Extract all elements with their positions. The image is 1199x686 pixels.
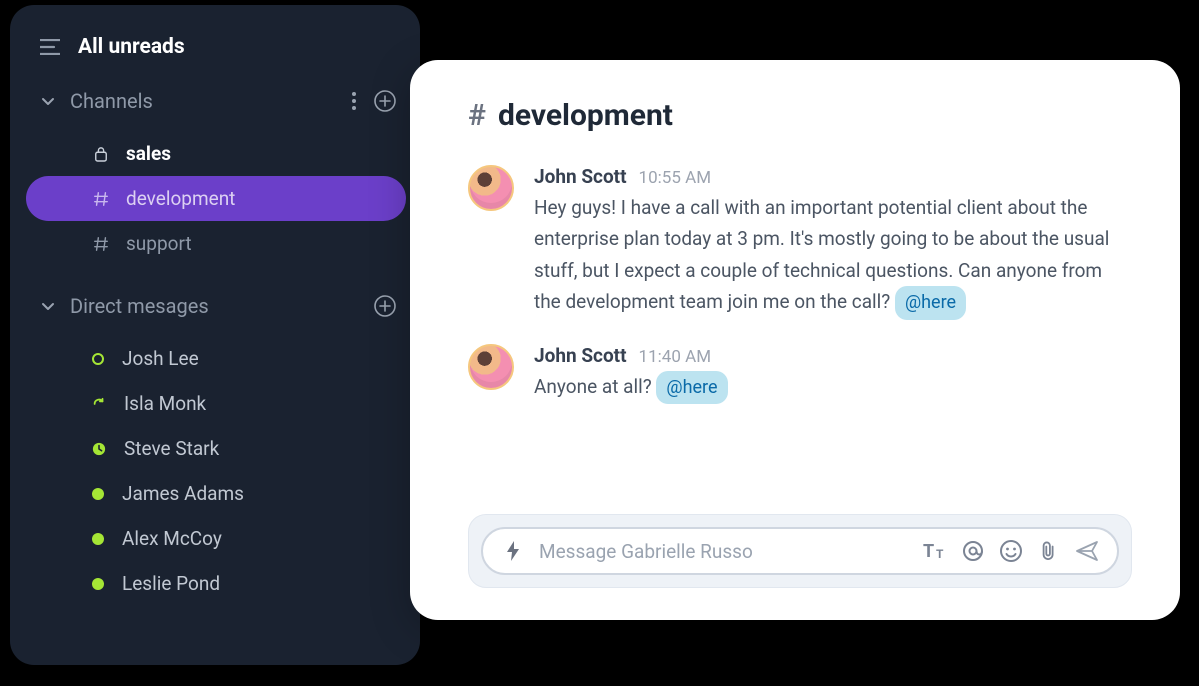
channel-list: sales development support <box>40 131 402 266</box>
channels-section-title: Channels <box>70 89 338 113</box>
channel-item-development[interactable]: development <box>26 176 406 221</box>
dm-item-steve-stark[interactable]: Steve Stark <box>40 426 402 471</box>
avatar[interactable] <box>468 344 514 390</box>
kebab-icon[interactable] <box>352 92 356 110</box>
status-refresh-icon <box>92 397 106 411</box>
all-unreads-row[interactable]: All unreads <box>40 35 402 59</box>
chevron-down-icon <box>40 298 56 314</box>
hash-icon <box>92 236 110 252</box>
svg-text:T: T <box>936 547 944 561</box>
message-item: John Scott 11:40 AM Anyone at all? @here <box>468 344 1132 405</box>
channel-title: development <box>498 98 673 133</box>
message-user[interactable]: John Scott <box>534 165 627 188</box>
channels-header[interactable]: Channels <box>40 89 402 113</box>
menu-icon[interactable] <box>40 39 60 55</box>
dm-name: Steve Stark <box>124 437 219 460</box>
dm-item-leslie-pond[interactable]: Leslie Pond <box>40 561 402 606</box>
mention-here[interactable]: @here <box>656 371 727 405</box>
shortcuts-icon[interactable] <box>501 541 525 561</box>
composer-wrap: TT <box>468 514 1132 588</box>
dm-name: Alex McCoy <box>122 527 222 550</box>
attach-icon[interactable] <box>1037 540 1061 562</box>
dm-header[interactable]: Direct mesages <box>40 294 402 318</box>
message-text: Anyone at all? @here <box>534 371 1132 405</box>
format-icon[interactable]: TT <box>923 540 947 562</box>
chevron-down-icon <box>40 93 56 109</box>
mention-icon[interactable] <box>961 539 985 563</box>
send-icon[interactable] <box>1075 539 1099 563</box>
message-body: John Scott 11:40 AM Anyone at all? @here <box>534 344 1132 405</box>
status-online-icon <box>92 578 104 590</box>
add-channel-button[interactable] <box>374 90 396 112</box>
hash-icon <box>92 191 110 207</box>
message-user[interactable]: John Scott <box>534 344 627 367</box>
dm-name: Leslie Pond <box>122 572 220 595</box>
add-dm-button[interactable] <box>374 295 396 317</box>
dm-name: Isla Monk <box>124 392 206 415</box>
message-time: 11:40 AM <box>639 347 711 367</box>
mention-here[interactable]: @here <box>895 286 966 320</box>
message-text: Hey guys! I have a call with an importan… <box>534 192 1132 320</box>
all-unreads-title: All unreads <box>78 35 185 59</box>
message-item: John Scott 10:55 AM Hey guys! I have a c… <box>468 165 1132 320</box>
status-away-icon <box>92 353 104 365</box>
avatar[interactable] <box>468 165 514 211</box>
message-time: 10:55 AM <box>639 168 711 188</box>
dm-item-alex-mccoy[interactable]: Alex McCoy <box>40 516 402 561</box>
message-input[interactable] <box>539 540 909 563</box>
message-composer[interactable]: TT <box>481 527 1119 575</box>
channel-label: sales <box>126 142 171 165</box>
channel-title-row: # development <box>468 98 1132 133</box>
dm-item-josh-lee[interactable]: Josh Lee <box>40 336 402 381</box>
lock-icon <box>92 146 110 162</box>
dm-list: Josh Lee Isla Monk Steve Stark James Ada… <box>40 336 402 606</box>
channel-item-sales[interactable]: sales <box>40 131 402 176</box>
status-clock-icon <box>92 442 106 456</box>
svg-text:T: T <box>923 541 934 562</box>
emoji-icon[interactable] <box>999 539 1023 563</box>
channel-label: support <box>126 232 192 255</box>
hash-icon: # <box>468 98 486 133</box>
dm-section-title: Direct mesages <box>70 294 360 318</box>
status-online-icon <box>92 488 104 500</box>
dm-name: James Adams <box>122 482 244 505</box>
channel-label: development <box>126 187 235 210</box>
dm-name: Josh Lee <box>122 347 199 370</box>
dm-item-isla-monk[interactable]: Isla Monk <box>40 381 402 426</box>
chat-panel: # development John Scott 10:55 AM Hey gu… <box>410 60 1180 620</box>
sidebar: All unreads Channels sales develo <box>10 5 420 665</box>
status-online-icon <box>92 533 104 545</box>
channel-item-support[interactable]: support <box>40 221 402 266</box>
message-body: John Scott 10:55 AM Hey guys! I have a c… <box>534 165 1132 320</box>
dm-item-james-adams[interactable]: James Adams <box>40 471 402 516</box>
